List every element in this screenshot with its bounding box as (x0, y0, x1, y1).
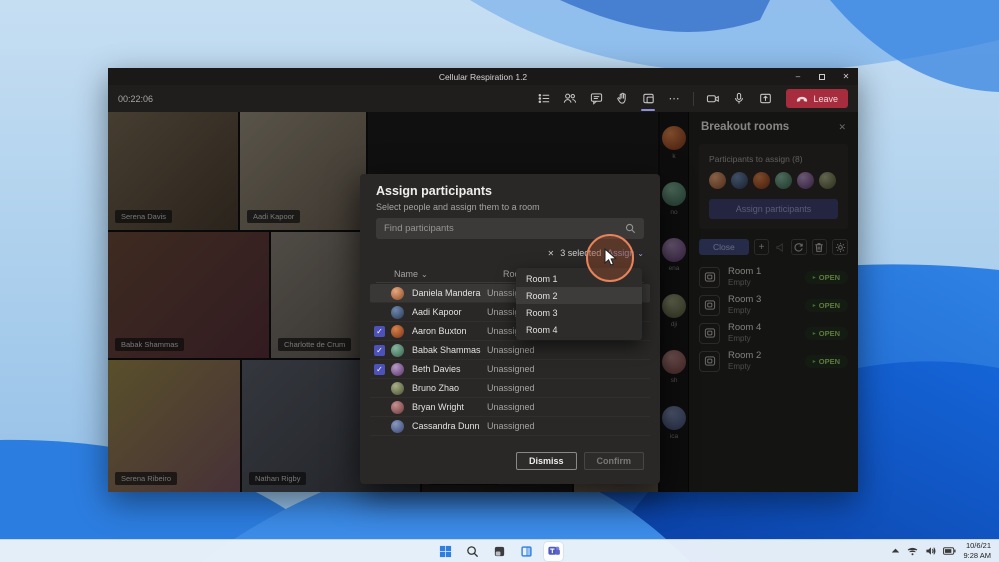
avatar (391, 381, 404, 395)
chevron-down-icon: ⌄ (421, 269, 428, 279)
raise-hand-icon[interactable] (611, 89, 633, 109)
dropdown-item[interactable]: Room 2 (516, 287, 642, 304)
participants-icon[interactable] (559, 89, 581, 109)
chevron-down-icon: ⌄ (637, 248, 644, 258)
participant-room: Unassigned (487, 421, 535, 431)
participant-name: Bruno Zhao (412, 383, 460, 393)
window-title: Cellular Respiration 1.2 (438, 71, 528, 82)
participant-room: Unassigned (487, 402, 535, 412)
dismiss-button[interactable]: Dismiss (515, 452, 577, 470)
meeting-timer: 00:22:06 (118, 93, 154, 104)
search-input[interactable] (384, 223, 625, 234)
avatar (391, 400, 404, 414)
participant-name: Babak Shammas (412, 345, 481, 355)
clear-selection-icon[interactable]: ✕ (548, 249, 555, 258)
widgets-icon[interactable] (517, 542, 536, 561)
participant-name: Daniela Mandera (412, 288, 481, 298)
more-icon[interactable]: ⋯ (663, 89, 685, 109)
mic-icon[interactable] (728, 89, 750, 109)
breakout-rooms-icon[interactable] (637, 89, 659, 111)
toolbar-divider (693, 91, 695, 106)
confirm-button[interactable]: Confirm (583, 452, 644, 470)
teams-app-icon[interactable] (544, 541, 563, 561)
checkbox-checked[interactable]: ✓ (374, 325, 385, 337)
search-taskbar-icon[interactable] (463, 542, 482, 561)
avatar (391, 362, 404, 376)
avatar (391, 343, 404, 357)
avatar (391, 324, 404, 338)
tray-time: 9:28 AM (963, 551, 991, 560)
start-button-icon[interactable] (436, 542, 455, 561)
participant-name: Cassandra Dunn (412, 421, 480, 431)
checkbox-checked[interactable]: ✓ (374, 344, 385, 356)
camera-icon[interactable] (702, 89, 724, 109)
column-name[interactable]: Name ⌄ (394, 269, 428, 279)
table-row[interactable]: Bruno Zhao Unassigned (370, 379, 650, 398)
table-row[interactable]: ✓ Beth Davies Unassigned (370, 360, 650, 379)
meeting-toolbar: 00:22:06 ⋯ Leave (108, 85, 858, 112)
leave-button[interactable]: Leave (786, 89, 848, 108)
checkbox-checked[interactable]: ✓ (374, 363, 385, 375)
avatar (391, 305, 404, 319)
participant-name: Beth Davies (412, 364, 461, 374)
tray-chevron-up-icon[interactable] (891, 547, 900, 555)
participant-room: Unassigned (487, 345, 535, 355)
volume-icon[interactable] (925, 546, 936, 556)
table-row[interactable]: Bryan Wright Unassigned (370, 398, 650, 417)
tray-date: 10/6/21 (965, 541, 991, 551)
dialog-title: Assign participants (376, 184, 492, 198)
battery-icon[interactable] (943, 547, 957, 555)
dialog-subtitle: Select people and assign them to a room (376, 202, 540, 212)
teams-meeting-window: Cellular Respiration 1.2 – ✕ 00:22:06 ⋯ … (108, 68, 858, 492)
participant-name: Aadi Kapoor (412, 307, 462, 317)
agenda-icon[interactable] (533, 89, 555, 109)
table-row[interactable]: ✓ Babak Shammas Unassigned (370, 341, 650, 360)
task-view-icon[interactable] (490, 542, 509, 561)
participant-room: Unassigned (487, 383, 535, 393)
dropdown-item[interactable]: Room 3 (516, 304, 642, 321)
mouse-cursor-click-indicator (586, 234, 634, 282)
search-icon (625, 223, 636, 234)
participant-room: Unassigned (487, 364, 535, 374)
leave-label: Leave (813, 93, 838, 104)
phone-icon (797, 96, 808, 102)
participant-name: Bryan Wright (412, 402, 464, 412)
dropdown-item[interactable]: Room 4 (516, 321, 642, 338)
assign-participants-dialog: Assign participants Select people and as… (360, 174, 660, 484)
share-screen-icon[interactable] (754, 89, 776, 109)
cursor-arrow-icon (604, 248, 618, 266)
room-dropdown-menu: Room 1 Room 2 Room 3 Room 4 (516, 268, 642, 340)
window-titlebar: Cellular Respiration 1.2 – ✕ (108, 68, 858, 85)
participant-name: Aaron Buxton (412, 326, 467, 336)
wifi-icon[interactable] (907, 547, 918, 556)
avatar (391, 286, 404, 300)
windows-taskbar: 10/6/21 9:28 AM (0, 539, 999, 562)
taskbar-clock[interactable]: 10/6/21 9:28 AM (963, 541, 991, 561)
avatar (391, 419, 404, 433)
chat-icon[interactable] (585, 89, 607, 109)
table-row[interactable]: Cassandra Dunn Unassigned (370, 417, 650, 436)
